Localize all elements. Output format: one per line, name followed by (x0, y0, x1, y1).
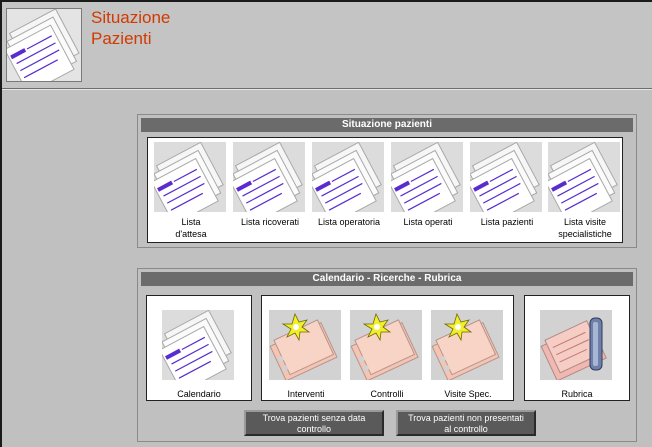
button-line1: Trova pazienti non presentati (408, 413, 524, 423)
tile-lista-ricoverati[interactable]: Lista ricoverati (233, 142, 307, 228)
tile-label: Lista operati (391, 216, 465, 228)
tile-label: Visite Spec. (444, 389, 492, 399)
calendario-title: Calendario - Ricerche - Rubrica (141, 272, 633, 286)
address-book-icon (540, 310, 612, 380)
tile-lista-attesa[interactable]: Lista d'attesa (154, 142, 228, 240)
button-line2: controllo (296, 424, 332, 434)
situazione-pazienti-section: Situazione pazienti Lista d'attesa Lista… (137, 114, 637, 248)
document-stack-icon (470, 142, 542, 212)
calendar-icon (162, 310, 234, 380)
document-stack-icon (391, 142, 463, 212)
tile-label: Lista ricoverati (233, 216, 307, 228)
tile-label: Calendario (177, 389, 221, 399)
situazione-pazienti-panel: Lista d'attesa Lista ricoverati Lista op… (147, 137, 623, 243)
header-divider-highlight (2, 89, 652, 90)
tile-label: Controlli (370, 389, 404, 399)
calendario-panel: Calendario (146, 295, 252, 401)
page-title-line1: Situazione (91, 8, 171, 27)
page-title-line2: Pazienti (91, 29, 152, 48)
situazione-pazienti-title: Situazione pazienti (141, 118, 633, 132)
document-stack-icon (3, 8, 82, 95)
tile-label: Lista d'attesa (154, 216, 228, 240)
search-folder-icon (269, 310, 341, 380)
tile-lista-pazienti[interactable]: Lista pazienti (470, 142, 544, 228)
trova-pazienti-non-presentati-button[interactable]: Trova pazienti non presentati al control… (396, 410, 536, 436)
page-title: Situazione Pazienti (91, 7, 291, 49)
tile-label-line1: Lista visite (563, 217, 607, 227)
tile-label: Rubrica (561, 389, 593, 399)
document-stack-icon (312, 142, 384, 212)
button-line1: Trova pazienti senza data (262, 413, 366, 423)
tile-label: Interventi (287, 389, 325, 399)
tile-label-line1: Lista operati (403, 217, 453, 227)
search-folder-icon (350, 310, 422, 380)
document-stack-icon (233, 142, 305, 212)
tile-label: Lista pazienti (470, 216, 544, 228)
tile-rubrica[interactable]: Rubrica (540, 310, 614, 400)
tile-label-line1: Lista operatoria (317, 217, 381, 227)
document-stack-icon (548, 142, 620, 212)
ricerche-panel: Interventi Controlli Visite Spec. (261, 295, 514, 401)
tile-label: Lista operatoria (312, 216, 386, 228)
tile-calendario[interactable]: Calendario (162, 310, 236, 400)
tile-lista-visite-specialistiche[interactable]: Lista visite specialistiche (548, 142, 622, 240)
tile-label: Lista visite specialistiche (548, 216, 622, 240)
tile-interventi[interactable]: Interventi (269, 310, 343, 400)
button-line2: al controllo (444, 424, 488, 434)
calendario-section: Calendario - Ricerche - Rubrica Calendar… (137, 268, 637, 442)
tile-label-line2: d'attesa (175, 229, 207, 239)
tile-label-line1: Lista ricoverati (240, 217, 300, 227)
rubrica-panel: Rubrica (524, 295, 630, 401)
tile-label-line1: Lista pazienti (480, 217, 534, 227)
tile-lista-operati[interactable]: Lista operati (391, 142, 465, 228)
tile-controlli[interactable]: Controlli (350, 310, 424, 400)
document-stack-icon (154, 142, 226, 212)
trova-pazienti-senza-data-button[interactable]: Trova pazienti senza data controllo (244, 410, 384, 436)
tile-label-line2: specialistiche (558, 229, 612, 239)
tile-visite-spec[interactable]: Visite Spec. (431, 310, 505, 400)
search-folder-icon (431, 310, 503, 380)
tile-label-line1: Lista (181, 217, 201, 227)
tile-lista-operatoria[interactable]: Lista operatoria (312, 142, 386, 228)
